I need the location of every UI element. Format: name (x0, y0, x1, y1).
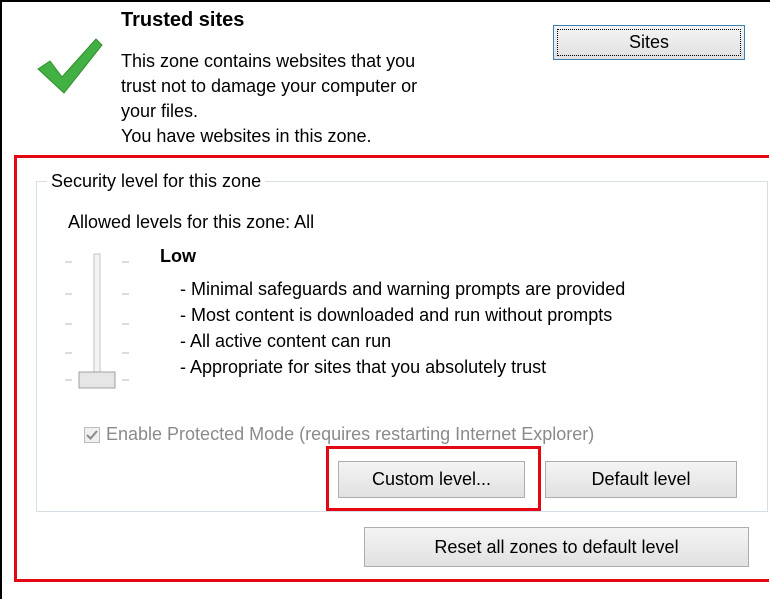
checkmark-icon (37, 38, 103, 94)
level-bullet: - All active content can run (180, 331, 392, 351)
security-level-label: Security level for this zone (47, 171, 266, 192)
level-bullet: - Most content is downloaded and run wit… (180, 305, 613, 325)
sites-button[interactable]: Sites (553, 25, 745, 60)
focus-rectangle (557, 29, 741, 56)
reset-all-zones-label: Reset all zones to default level (434, 536, 679, 557)
custom-level-label: Custom level... (371, 469, 492, 489)
security-level-name: Low (160, 246, 196, 266)
level-bullet: - Minimal safeguards and warning prompts… (180, 279, 626, 299)
checkmark-small-icon (86, 429, 98, 440)
level-bullet: - Appropriate for sites that you absolut… (180, 357, 547, 377)
default-level-label: Default level (591, 469, 691, 489)
checkbox-box[interactable] (84, 426, 100, 443)
zone-description: This zone contains websites that you tru… (121, 49, 501, 149)
zone-description-line: your files. (121, 101, 199, 121)
level-description: - Minimal safeguards and warning prompts… (180, 276, 625, 380)
security-level-slider[interactable] (60, 252, 135, 392)
reset-all-zones-button[interactable]: Reset all zones to default level (364, 527, 749, 567)
zone-title: Trusted sites (121, 9, 245, 31)
protected-mode-checkbox[interactable]: Enable Protected Mode (requires restarti… (84, 424, 594, 445)
default-level-button[interactable]: Default level (545, 461, 737, 498)
allowed-levels-text: Allowed levels for this zone: All (68, 212, 315, 232)
custom-level-button[interactable]: Custom level... (338, 461, 525, 498)
zone-description-line: You have websites in this zone. (121, 126, 372, 146)
protected-mode-label: Enable Protected Mode (requires restarti… (106, 424, 595, 444)
zone-description-line: This zone contains websites that you (121, 51, 416, 71)
zone-description-line: trust not to damage your computer or (121, 76, 418, 96)
